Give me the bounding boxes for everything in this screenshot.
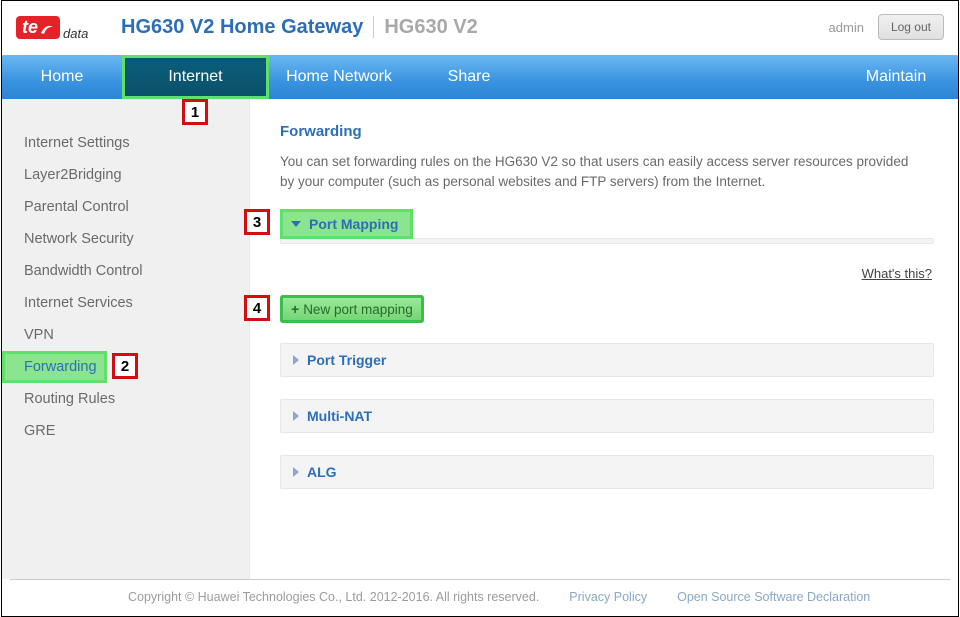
- product-title: HG630 V2 Home Gateway: [121, 16, 363, 39]
- sidebar: Internet Settings Layer2Bridging Parenta…: [2, 99, 250, 579]
- sidebar-item-internet-settings[interactable]: Internet Settings: [2, 127, 249, 159]
- accordion-alg-label: ALG: [307, 464, 337, 480]
- sidebar-item-bandwidth-control[interactable]: Bandwidth Control: [2, 255, 249, 287]
- accordion-port-trigger-label: Port Trigger: [307, 352, 386, 368]
- logo: te data: [16, 9, 101, 45]
- footer-oss-link[interactable]: Open Source Software Declaration: [677, 590, 870, 604]
- step-1-callout: 1: [182, 99, 208, 125]
- tab-internet[interactable]: Internet 1: [122, 55, 269, 99]
- footer-privacy-link[interactable]: Privacy Policy: [569, 590, 647, 604]
- content: Forwarding You can set forwarding rules …: [250, 99, 958, 579]
- sidebar-item-forwarding-label: Forwarding: [24, 359, 97, 375]
- tab-share[interactable]: Share: [409, 55, 529, 99]
- logo-word: data: [63, 26, 88, 41]
- logo-swoosh-icon: [40, 20, 54, 34]
- header: te data HG630 V2 Home Gateway HG630 V2 a…: [2, 1, 958, 55]
- footer-copyright: Copyright © Huawei Technologies Co., Ltd…: [18, 590, 539, 604]
- logout-button[interactable]: Log out: [878, 14, 944, 40]
- sidebar-item-layer2bridging[interactable]: Layer2Bridging: [2, 159, 249, 191]
- section-desc: You can set forwarding rules on the HG63…: [280, 152, 920, 191]
- sidebar-item-internet-services[interactable]: Internet Services: [2, 287, 249, 319]
- chevron-down-icon: [291, 221, 301, 227]
- accordion-port-mapping[interactable]: Port Mapping: [280, 209, 413, 239]
- title-block: HG630 V2 Home Gateway HG630 V2: [121, 16, 478, 39]
- accordion-port-mapping-label: Port Mapping: [309, 216, 398, 232]
- accordion-multi-nat-label: Multi-NAT: [307, 408, 372, 424]
- new-port-mapping-button[interactable]: + New port mapping: [280, 295, 424, 323]
- sidebar-item-vpn[interactable]: VPN: [2, 319, 249, 351]
- whats-this-row: What's this?: [280, 266, 932, 281]
- accordion-alg[interactable]: ALG: [280, 455, 934, 489]
- whats-this-link[interactable]: What's this?: [862, 266, 932, 281]
- sidebar-item-forwarding[interactable]: Forwarding 2: [2, 351, 107, 383]
- sidebar-item-parental-control[interactable]: Parental Control: [2, 191, 249, 223]
- section-title: Forwarding: [280, 123, 934, 140]
- chevron-right-icon: [293, 467, 299, 477]
- tab-home-network[interactable]: Home Network: [269, 55, 409, 99]
- chevron-right-icon: [293, 355, 299, 365]
- new-port-mapping-label: New port mapping: [303, 302, 413, 317]
- step-2-callout: 2: [112, 353, 138, 379]
- logo-badge: te: [16, 16, 60, 39]
- logo-badge-text: te: [22, 18, 38, 36]
- sidebar-item-routing-rules[interactable]: Routing Rules: [2, 383, 249, 415]
- product-model: HG630 V2: [384, 16, 477, 39]
- accordion-port-trigger[interactable]: Port Trigger: [280, 343, 934, 377]
- accordion-multi-nat[interactable]: Multi-NAT: [280, 399, 934, 433]
- tab-home[interactable]: Home: [2, 55, 122, 99]
- user-label: admin: [829, 20, 864, 35]
- step-4-callout: 4: [244, 295, 270, 321]
- tab-maintain[interactable]: Maintain: [838, 55, 958, 99]
- title-separator: [373, 16, 374, 38]
- tab-internet-label: Internet: [168, 68, 222, 86]
- sidebar-item-network-security[interactable]: Network Security: [2, 223, 249, 255]
- main-nav: Home Internet 1 Home Network Share Maint…: [2, 55, 958, 99]
- chevron-right-icon: [293, 411, 299, 421]
- step-3-callout: 3: [244, 209, 270, 235]
- sidebar-item-gre[interactable]: GRE: [2, 415, 249, 447]
- plus-icon: +: [291, 301, 299, 317]
